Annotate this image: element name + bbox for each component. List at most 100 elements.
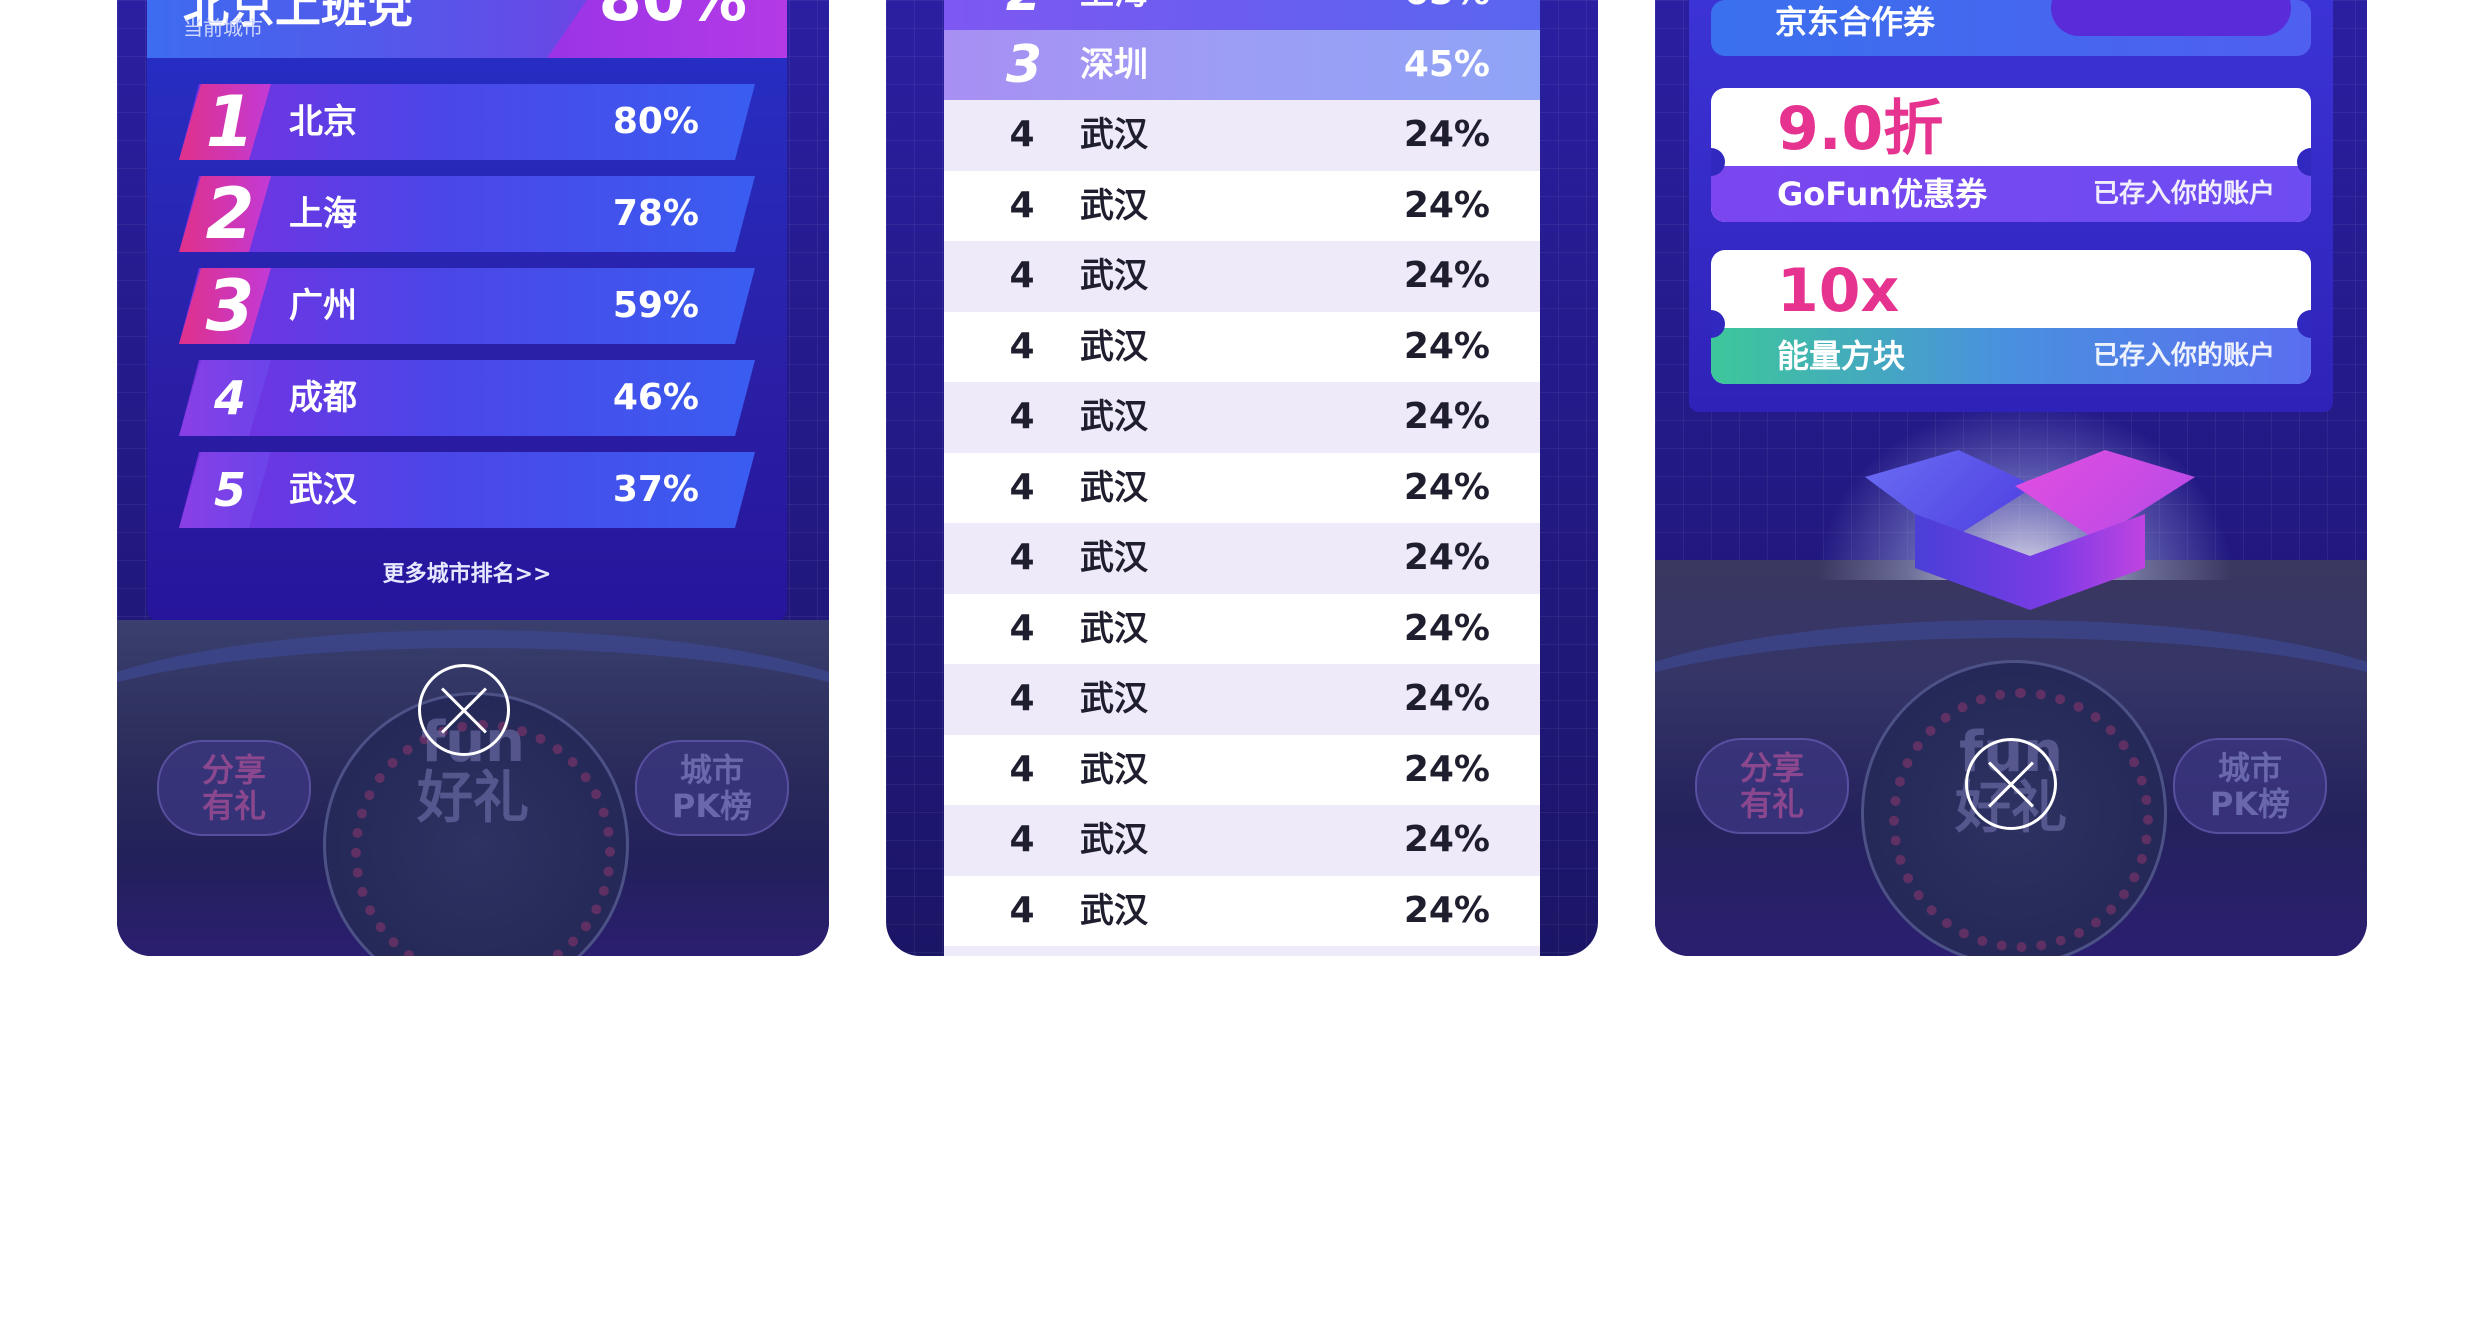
rank-value: 24% <box>1403 748 1490 790</box>
rank-value: 24% <box>1403 678 1490 719</box>
rank-number: 2 <box>994 0 1054 28</box>
gift-box-icon <box>1865 450 2195 610</box>
header-percent: 80% <box>599 0 747 35</box>
current-city-header: 北京上班党 当前城市 80% <box>147 0 787 58</box>
rank-value: 24% <box>1403 889 1490 931</box>
rank-row-4: 4 成都 46% <box>179 360 755 436</box>
rank-city: 深圳 <box>1080 45 1148 85</box>
rank-city: 武汉 <box>1080 397 1148 437</box>
table-row: 4 武汉 24% <box>944 241 1540 312</box>
rank-number: 4 <box>1009 537 1035 578</box>
share-gift-button[interactable]: 分享 有礼 <box>157 740 311 836</box>
rank-value: 59% <box>612 285 699 326</box>
rank-city: 成都 <box>289 378 357 418</box>
rank-city: 武汉 <box>1080 608 1148 649</box>
rank-city: 上海 <box>289 194 357 234</box>
table-row: 4 武汉 24% <box>944 311 1540 382</box>
rank-value: 24% <box>1403 114 1490 155</box>
table-row: 4 武汉 24% <box>944 170 1540 241</box>
jd-coupon-label: 京东合作券 <box>1775 3 1936 41</box>
rank-value: 65% <box>1404 0 1490 28</box>
table-row: 4 武汉 24% <box>944 664 1540 735</box>
phone-screen-ranking: 北京上班党 当前城市 80% 1 北京 80% 2 上海 78% 3 广州 59… <box>117 0 829 956</box>
rank-value: 24% <box>1403 184 1490 226</box>
rank-value: 24% <box>1403 396 1490 437</box>
coupon-note: 已存入你的账户 <box>2092 179 2275 209</box>
rank-number: 4 <box>1009 466 1035 508</box>
table-row: 4 武汉 24% <box>944 523 1540 594</box>
jd-coupon: 京东合作券 <box>1711 0 2311 56</box>
ranking-table: 2 上海 65% 3 深圳 45% 4 武汉 24% 4 武汉 24% 4 武汉 24% 4… <box>944 0 1540 956</box>
close-icon[interactable] <box>418 664 510 756</box>
rank-number: 3 <box>205 265 255 347</box>
rank-city: 武汉 <box>1080 538 1148 578</box>
gofun-coupon: 9.0折 GoFun优惠券 已存入你的账户 <box>1711 88 2311 222</box>
rank-number: 4 <box>1009 184 1035 226</box>
coupon-name: GoFun优惠券 <box>1777 175 1988 213</box>
rank-city: 武汉 <box>1080 115 1148 155</box>
rank-number: 3 <box>1005 35 1043 95</box>
rank-value: 78% <box>612 193 699 234</box>
city-pk-button[interactable]: 城市 PK榜 <box>2173 738 2327 834</box>
rank-value: 24% <box>1403 255 1490 296</box>
phone-screen-full-ranking: 2 上海 65% 3 深圳 45% 4 武汉 24% 4 武汉 24% 4 武汉 24% 4… <box>886 0 1598 956</box>
rank-number: 1 <box>205 81 255 163</box>
rank-number: 4 <box>1009 889 1035 931</box>
table-row: 4 武汉 24% <box>944 100 1540 171</box>
rank-city: 武汉 <box>1080 256 1148 296</box>
rank-number: 4 <box>1009 748 1035 790</box>
ranking-row-top-2: 2 上海 65% <box>944 0 1540 30</box>
rank-city: 上海 <box>1080 0 1148 28</box>
rank-city: 北京 <box>289 102 357 142</box>
coupon-name: 能量方块 <box>1777 337 1906 375</box>
ranking-row-top-3: 3 深圳 45% <box>944 30 1540 100</box>
rank-value: 46% <box>612 377 699 418</box>
rank-number: 4 <box>1009 396 1035 437</box>
coupon-multiplier: 10x <box>1777 256 1900 326</box>
rank-city: 武汉 <box>1080 890 1148 931</box>
rank-number: 4 <box>1009 325 1035 367</box>
rank-number: 4 <box>1009 678 1035 719</box>
rank-value: 24% <box>1403 325 1490 367</box>
box-flap-right <box>2015 450 2195 540</box>
close-icon[interactable] <box>1965 738 2057 830</box>
rewards-panel: 京东合作券 9.0折 GoFun优惠券 已存入你的账户 10x 能量方块 已存入… <box>1689 0 2333 412</box>
rank-city: 广州 <box>289 286 357 326</box>
rank-number: 2 <box>205 173 255 255</box>
box-flap-left <box>1865 450 2035 540</box>
rank-number: 4 <box>1009 255 1035 296</box>
rank-row-3: 3 广州 59% <box>179 265 755 347</box>
coupon-note: 已存入你的账户 <box>2092 341 2275 371</box>
rank-number: 4 <box>1009 607 1035 649</box>
rank-value: 37% <box>612 469 699 510</box>
table-row: 4 武汉 24% <box>944 875 1540 946</box>
rank-row-5: 5 武汉 37% <box>179 452 755 528</box>
header-subtitle: 当前城市 <box>183 16 263 40</box>
rank-city: 武汉 <box>1080 467 1148 508</box>
rank-city: 武汉 <box>1080 185 1148 226</box>
rank-city: 武汉 <box>289 470 357 510</box>
rank-city: 武汉 <box>1080 679 1148 719</box>
table-row: 4 武汉 24% <box>944 805 1540 876</box>
rank-value: 24% <box>1403 537 1490 578</box>
table-row: 4 武汉 24% <box>944 593 1540 664</box>
ranking-panel: 北京上班党 当前城市 80% 1 北京 80% 2 上海 78% 3 广州 59… <box>147 0 787 622</box>
table-row: 4 武汉 24% <box>944 382 1540 453</box>
rank-city: 武汉 <box>1080 820 1148 860</box>
ranking-rows: 4 武汉 24% 4 武汉 24% 4 武汉 24% 4 武汉 24% 4 武汉 24% 4 武汉 24… <box>944 100 1540 956</box>
more-cities-link[interactable]: 更多城市排名>> <box>147 556 787 588</box>
jd-coupon-button[interactable] <box>2051 0 2291 36</box>
rank-number: 4 <box>1009 114 1035 155</box>
city-pk-button[interactable]: 城市 PK榜 <box>635 740 789 836</box>
table-row: 4 武汉 24% <box>944 452 1540 523</box>
rank-number: 5 <box>213 463 246 517</box>
rank-value: 45% <box>1403 44 1490 85</box>
rank-row-1: 1 北京 80% <box>179 81 755 163</box>
table-row: 4 武汉 24% <box>944 734 1540 805</box>
rank-row-2: 2 上海 78% <box>179 173 755 255</box>
rank-value: 80% <box>612 101 699 142</box>
rank-number: 4 <box>1009 819 1035 860</box>
rank-city: 武汉 <box>1080 326 1148 367</box>
energy-coupon: 10x 能量方块 已存入你的账户 <box>1711 250 2311 384</box>
share-gift-button[interactable]: 分享 有礼 <box>1695 738 1849 834</box>
